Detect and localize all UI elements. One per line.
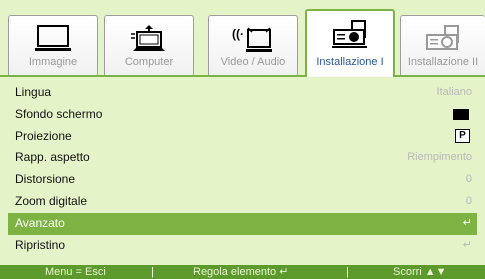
tab-video-audio[interactable]: ((· Video / Audio bbox=[208, 15, 298, 76]
menu-list: Lingua Italiano Sfondo schermo Proiezion… bbox=[8, 82, 477, 256]
tab-computer[interactable]: Computer bbox=[104, 15, 194, 76]
color-swatch-black bbox=[453, 108, 469, 120]
tab-label: Installazione II bbox=[407, 56, 479, 68]
tab-label: Computer bbox=[124, 56, 174, 68]
tab-label: Installazione I bbox=[316, 56, 384, 68]
enter-icon: ↵ bbox=[462, 216, 472, 229]
tab-immagine[interactable]: Immagine bbox=[8, 15, 98, 76]
menu-item-value: Italiano bbox=[436, 86, 472, 98]
menu-item-value: 0 bbox=[465, 173, 472, 186]
footer-separator: | bbox=[346, 266, 349, 278]
menu-item-proiezione[interactable]: Proiezione P bbox=[8, 126, 477, 148]
menu-item-avanzato[interactable]: Avanzato ↵ bbox=[8, 212, 477, 235]
tab-installazione-2[interactable]: Installazione II bbox=[400, 15, 485, 76]
menu-item-label: Ripristino bbox=[15, 237, 66, 252]
tab-label: Immagine bbox=[28, 56, 78, 68]
menu-item-label: Avanzato bbox=[15, 215, 65, 230]
projector-settings-icon bbox=[426, 25, 459, 50]
menu-item-label: Zoom digitale bbox=[15, 193, 88, 208]
enter-icon: ↵ bbox=[462, 238, 472, 251]
menu-item-label: Lingua bbox=[15, 85, 52, 99]
footer-scroll: Scorri ▲▼ bbox=[393, 266, 447, 278]
footer-separator: | bbox=[151, 266, 154, 278]
projector-icon bbox=[332, 20, 367, 48]
tab-label: Video / Audio bbox=[220, 56, 286, 68]
menu-item-label: Rapp. aspetto bbox=[15, 150, 90, 165]
menu-item-distorsione[interactable]: Distorsione 0 bbox=[8, 169, 477, 191]
menu-item-label: Proiezione bbox=[15, 128, 72, 143]
video-audio-icon: ((· bbox=[232, 27, 272, 52]
tab-bar: Immagine Computer ((· Video / Audio Inst… bbox=[8, 9, 485, 77]
menu-item-ripristino[interactable]: Ripristino ↵ bbox=[8, 235, 477, 257]
footer-adjust: Regola elemento ↵ bbox=[193, 266, 289, 278]
menu-item-lingua[interactable]: Lingua Italiano bbox=[8, 82, 477, 104]
projection-mode-icon: P bbox=[455, 128, 470, 143]
footer-menu-exit: Menu = Esci bbox=[45, 266, 106, 278]
menu-item-sfondo-schermo[interactable]: Sfondo schermo bbox=[8, 104, 477, 126]
menu-item-label: Sfondo schermo bbox=[15, 106, 103, 121]
osd-menu-window: Immagine Computer ((· Video / Audio Inst… bbox=[0, 0, 485, 279]
footer-hint-bar: Menu = Esci | Regola elemento ↵ | Scorri… bbox=[0, 265, 485, 279]
menu-item-value: 0 bbox=[465, 194, 472, 207]
tab-installazione-1[interactable]: Installazione I bbox=[305, 9, 395, 77]
menu-item-label: Distorsione bbox=[15, 172, 76, 187]
tab-divider bbox=[0, 75, 485, 77]
svg-text:((·: ((· bbox=[232, 27, 244, 41]
menu-item-zoom-digitale[interactable]: Zoom digitale 0 bbox=[8, 191, 477, 213]
menu-item-rapp-aspetto[interactable]: Rapp. aspetto Riempimento bbox=[8, 147, 477, 169]
monitor-icon bbox=[35, 25, 71, 51]
menu-item-value: Riempimento bbox=[407, 151, 472, 164]
computer-icon bbox=[131, 25, 165, 51]
